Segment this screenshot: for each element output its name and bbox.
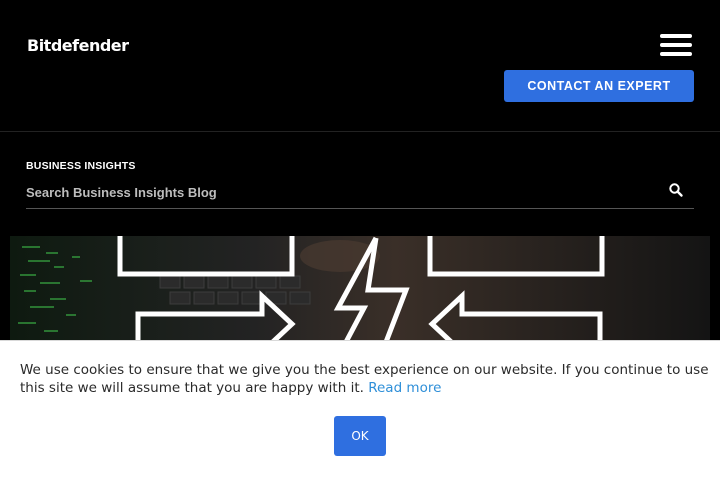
hero-image [10, 236, 710, 342]
site-header: Bitdefender CONTACT AN EXPERT [0, 0, 720, 132]
page: Bitdefender CONTACT AN EXPERT BUSINESS I… [0, 0, 720, 480]
search-icon[interactable] [668, 182, 684, 198]
cookie-banner: We use cookies to ensure that we give yo… [0, 340, 720, 480]
contact-expert-button[interactable]: CONTACT AN EXPERT [504, 70, 694, 102]
bitdefender-logo[interactable]: Bitdefender [27, 36, 129, 55]
section-title[interactable]: BUSINESS INSIGHTS [26, 160, 136, 172]
cookie-message: We use cookies to ensure that we give yo… [20, 361, 710, 397]
search-input[interactable] [26, 181, 646, 203]
search-bar [26, 179, 694, 209]
cookie-ok-button[interactable]: OK [334, 416, 386, 456]
cookie-message-text: We use cookies to ensure that we give yo… [20, 362, 709, 396]
read-more-link[interactable]: Read more [368, 380, 441, 396]
blog-subheader: BUSINESS INSIGHTS [0, 133, 720, 236]
hamburger-menu-icon[interactable] [660, 32, 692, 60]
